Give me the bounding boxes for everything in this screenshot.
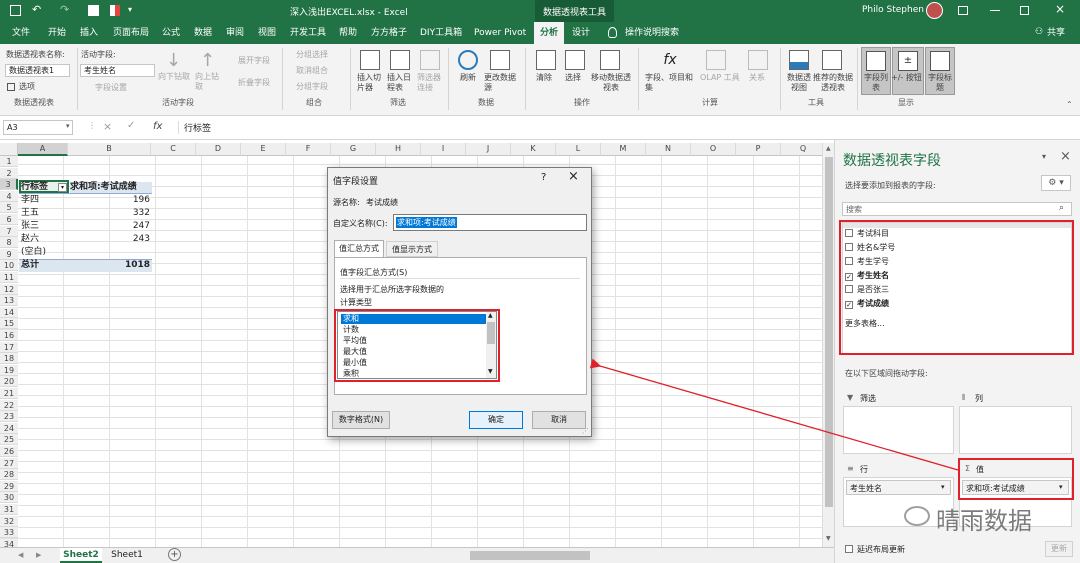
annotation-arrow [589, 358, 959, 471]
